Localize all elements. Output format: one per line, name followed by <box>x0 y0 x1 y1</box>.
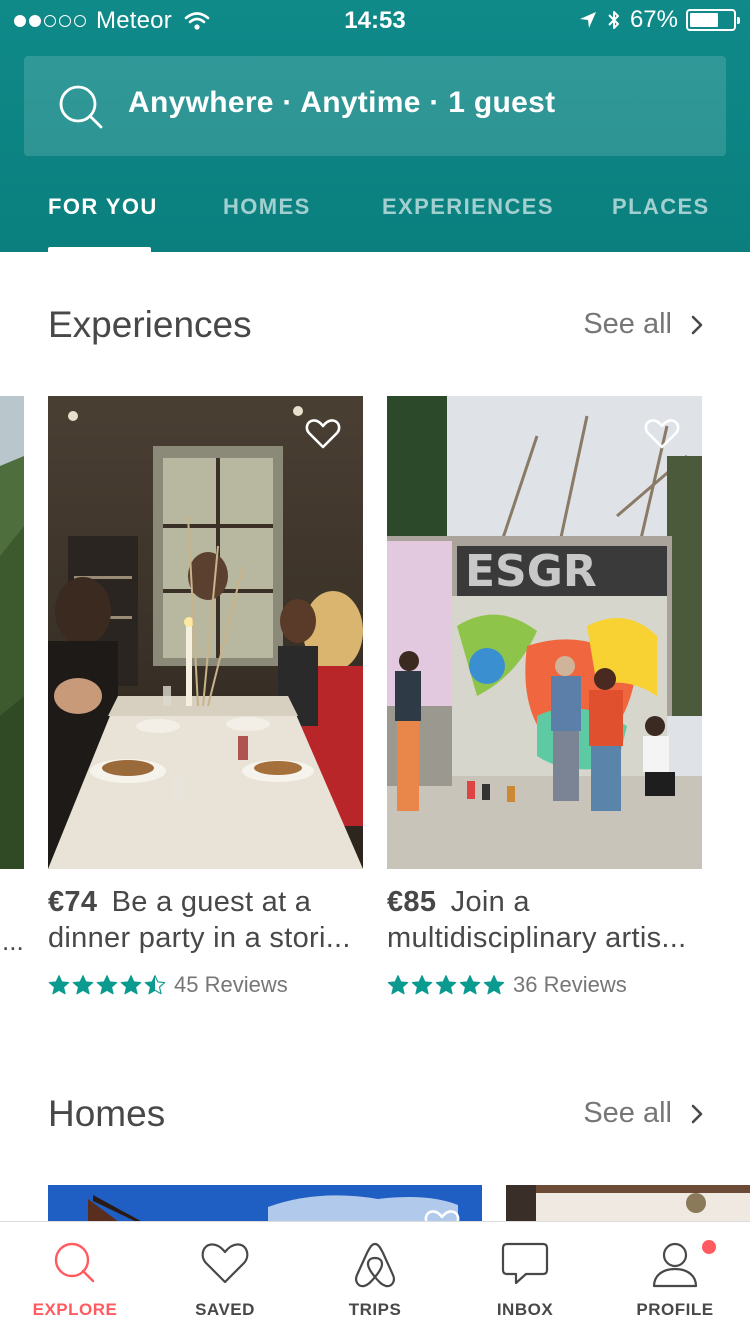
home-card-image[interactable] <box>506 1185 750 1225</box>
nav-label: EXPLORE <box>32 1300 118 1319</box>
battery-icon <box>686 9 740 31</box>
status-bar: Meteor 14:53 67% <box>0 0 750 40</box>
see-all-label: See all <box>583 308 672 340</box>
tab-places[interactable]: PLACES <box>612 194 710 220</box>
experience-rating: 36 Reviews <box>387 972 627 998</box>
star-full-icon <box>387 975 409 995</box>
experiences-see-all-link[interactable]: See all <box>583 308 704 341</box>
tab-experiences[interactable]: EXPERIENCES <box>382 194 554 220</box>
star-full-icon <box>48 975 70 995</box>
chevron-right-icon <box>691 315 703 334</box>
nav-inbox[interactable]: INBOX <box>450 1222 600 1334</box>
experience-price: €85 <box>387 886 437 918</box>
search-summary: Anywhere · Anytime · 1 guest <box>128 86 556 119</box>
review-count: 36 Reviews <box>513 972 627 997</box>
bottom-tab-bar: EXPLORE SAVED TRIPS INBOX PROFILE <box>0 1221 750 1334</box>
star-half-icon <box>144 975 166 995</box>
experience-title-line1: €74 Be a guest at a <box>48 886 378 919</box>
category-tabs: FOR YOU HOMES EXPERIENCES PLACES <box>0 190 750 252</box>
previous-card-image[interactable] <box>0 396 24 869</box>
star-full-icon <box>72 975 94 995</box>
previous-card-title-tail: ... <box>2 926 24 956</box>
location-arrow-icon <box>579 12 596 28</box>
star-full-icon <box>459 975 481 995</box>
star-rating <box>387 974 505 996</box>
nav-label: INBOX <box>496 1300 554 1319</box>
search-icon <box>59 85 103 129</box>
star-full-icon <box>411 975 433 995</box>
experience-title-start: Be a guest at a <box>111 886 312 918</box>
star-full-icon <box>435 975 457 995</box>
svg-text:ESGR: ESGR <box>465 546 597 597</box>
battery-percent: 67% <box>629 6 678 33</box>
chat-bubble-icon <box>501 1242 549 1285</box>
nav-trips[interactable]: TRIPS <box>300 1222 450 1334</box>
experience-photo-street-art[interactable]: ESGR <box>387 396 702 869</box>
tab-homes[interactable]: HOMES <box>223 194 311 220</box>
notification-dot <box>702 1240 716 1254</box>
star-full-icon <box>120 975 142 995</box>
person-icon <box>652 1242 698 1288</box>
experience-title-line1: €85 Join a <box>387 886 717 919</box>
nav-explore[interactable]: EXPLORE <box>0 1222 150 1334</box>
search-icon <box>54 1242 95 1283</box>
see-all-label: See all <box>583 1097 672 1129</box>
tab-for-you[interactable]: FOR YOU <box>48 194 158 220</box>
experience-title-line2: dinner party in a stori... <box>48 922 351 954</box>
star-full-icon <box>483 975 505 995</box>
homes-heading: Homes <box>48 1093 166 1134</box>
header: Meteor 14:53 67% Anywhere · Anytime · 1 … <box>0 0 750 252</box>
nav-profile[interactable]: PROFILE <box>600 1222 750 1334</box>
nav-label: TRIPS <box>348 1300 402 1319</box>
experiences-heading: Experiences <box>48 304 252 345</box>
home-card-image[interactable] <box>48 1185 482 1225</box>
active-tab-indicator <box>48 247 151 252</box>
experience-rating: 45 Reviews <box>48 972 288 998</box>
nav-label: SAVED <box>195 1300 255 1319</box>
star-full-icon <box>96 975 118 995</box>
nav-label: PROFILE <box>636 1300 714 1319</box>
experience-title-line2: multidisciplinary artis... <box>387 922 687 954</box>
save-heart-icon[interactable] <box>305 418 341 450</box>
experience-price: €74 <box>48 886 98 918</box>
review-count: 45 Reviews <box>174 972 288 997</box>
heart-icon <box>201 1243 249 1284</box>
status-right: 67% <box>578 6 740 34</box>
experience-photo-dinner-party[interactable] <box>48 396 363 869</box>
search-bar[interactable]: Anywhere · Anytime · 1 guest <box>24 56 726 156</box>
chevron-right-icon <box>691 1104 703 1123</box>
bluetooth-icon <box>608 11 619 29</box>
airbnb-logo-icon <box>355 1242 395 1288</box>
save-heart-icon[interactable] <box>644 418 680 450</box>
nav-saved[interactable]: SAVED <box>150 1222 300 1334</box>
experience-title-start: Join a <box>450 886 530 918</box>
homes-see-all-link[interactable]: See all <box>583 1097 704 1130</box>
star-rating <box>48 974 166 996</box>
